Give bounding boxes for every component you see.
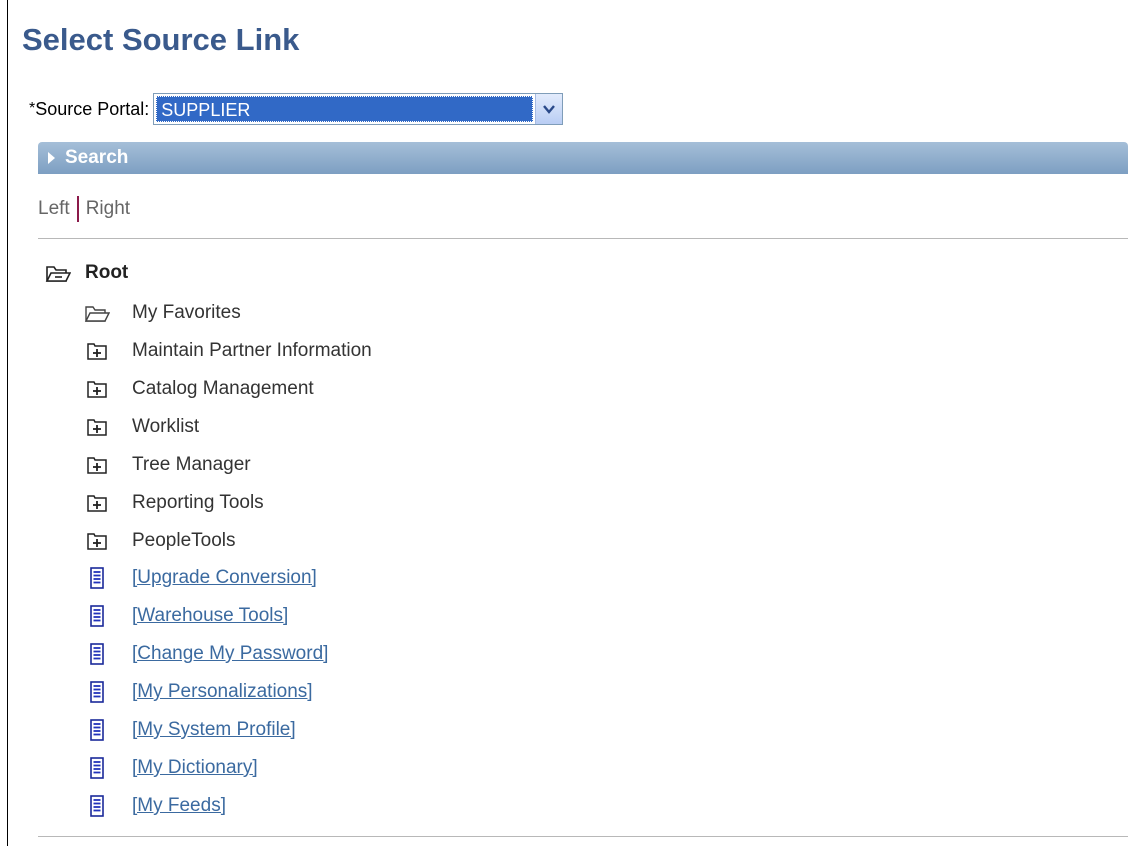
right-view-link[interactable]: Right xyxy=(86,198,130,220)
content-page-icon xyxy=(84,719,110,741)
tree-link[interactable]: [My Personalizations] xyxy=(84,681,313,703)
folder-plus-icon xyxy=(84,340,110,362)
content-page-icon xyxy=(84,567,110,589)
tree-link[interactable]: [My Dictionary] xyxy=(84,757,258,779)
tree-link-label[interactable]: [Change My Password] xyxy=(132,643,328,665)
tree-folder-label: Tree Manager xyxy=(132,454,251,475)
tree-folder[interactable]: PeopleTools xyxy=(84,530,236,552)
folder-plus-icon xyxy=(84,416,110,438)
content-page-icon xyxy=(84,757,110,779)
tree-folder[interactable]: Catalog Management xyxy=(84,378,314,400)
tree-link-label[interactable]: [My System Profile] xyxy=(132,719,296,741)
tree-link[interactable]: [Upgrade Conversion] xyxy=(84,567,317,589)
view-toggle: Left Right xyxy=(38,196,130,222)
content-page-icon xyxy=(84,795,110,817)
tree-bottom-divider xyxy=(38,836,1128,837)
tree-folder[interactable]: Tree Manager xyxy=(84,454,251,476)
folder-plus-icon xyxy=(84,454,110,476)
page-left-border xyxy=(7,0,8,846)
source-portal-select[interactable]: SUPPLIER xyxy=(153,93,564,125)
tree-link[interactable]: [Change My Password] xyxy=(84,643,328,665)
search-section-header[interactable]: Search xyxy=(38,142,1128,174)
tree-link[interactable]: [My System Profile] xyxy=(84,719,296,741)
content-page-icon xyxy=(84,681,110,703)
tree-link[interactable]: [Warehouse Tools] xyxy=(84,605,288,627)
tree-top-divider xyxy=(38,238,1128,239)
tree-link-label[interactable]: [Warehouse Tools] xyxy=(132,605,288,627)
search-section-label: Search xyxy=(65,147,129,168)
folder-plus-icon xyxy=(84,492,110,514)
tree-folder-label: Catalog Management xyxy=(132,378,314,399)
tree-link[interactable]: [My Feeds] xyxy=(84,795,226,817)
page-title: Select Source Link xyxy=(22,22,300,57)
folder-plus-icon xyxy=(84,378,110,400)
source-portal-label-text: Source Portal: xyxy=(35,98,150,119)
tree-folder-label: PeopleTools xyxy=(132,530,236,551)
tree-folder[interactable]: Worklist xyxy=(84,416,199,438)
tree-item-label: My Favorites xyxy=(132,302,241,323)
source-portal-label: *Source Portal: xyxy=(29,99,149,120)
tree-link-label[interactable]: [My Feeds] xyxy=(132,795,226,817)
tree-root-label: Root xyxy=(85,262,129,283)
chevron-down-icon xyxy=(543,104,556,114)
tree-root[interactable]: Root xyxy=(45,262,128,284)
tree-folder-label: Reporting Tools xyxy=(132,492,264,513)
source-portal-row: *Source Portal: SUPPLIER xyxy=(29,92,564,126)
view-toggle-divider xyxy=(76,196,79,222)
tree-item-my-favorites[interactable]: My Favorites xyxy=(84,302,241,324)
tree-link-label[interactable]: [My Personalizations] xyxy=(132,681,313,703)
tree-folder-label: Worklist xyxy=(132,416,200,437)
tree-folder[interactable]: Maintain Partner Information xyxy=(84,340,372,362)
folder-open-icon xyxy=(45,262,71,284)
left-view-link[interactable]: Left xyxy=(38,198,70,220)
folder-plus-icon xyxy=(84,530,110,552)
content-page-icon xyxy=(84,643,110,665)
triangle-right-icon xyxy=(48,152,55,164)
tree-folder[interactable]: Reporting Tools xyxy=(84,492,264,514)
tree-link-label[interactable]: [My Dictionary] xyxy=(132,757,258,779)
tree-link-label[interactable]: [Upgrade Conversion] xyxy=(132,567,317,589)
tree-folder-label: Maintain Partner Information xyxy=(132,340,372,361)
content-page-icon xyxy=(84,605,110,627)
folder-open-icon xyxy=(84,302,110,324)
dropdown-button[interactable] xyxy=(535,94,563,124)
required-marker: * xyxy=(29,99,36,117)
source-portal-value: SUPPLIER xyxy=(156,96,534,122)
